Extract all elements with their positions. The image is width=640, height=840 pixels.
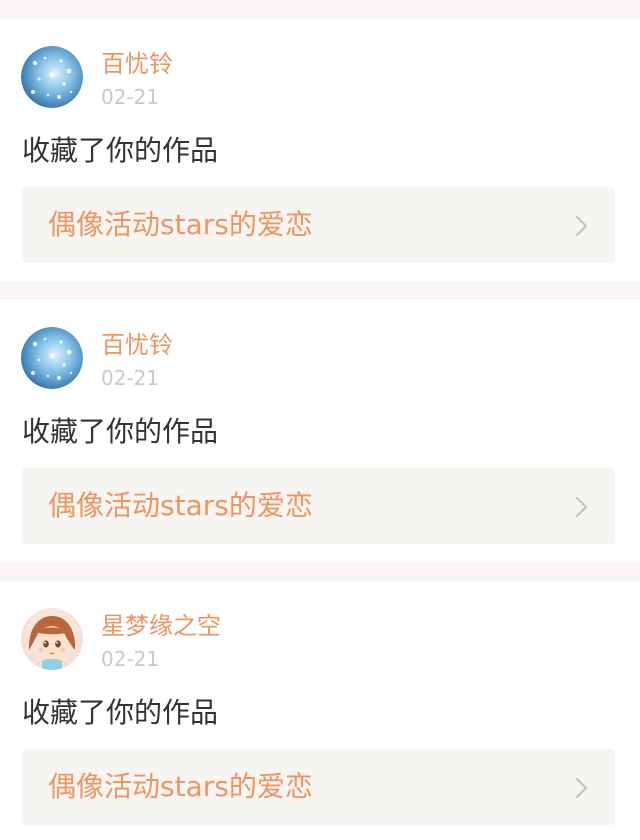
user-avatar[interactable] — [21, 327, 83, 389]
section-divider — [0, 0, 640, 19]
chevron-right-icon — [575, 215, 588, 237]
work-title: 偶像活动stars的爱恋 — [48, 208, 313, 241]
action-text: 收藏了你的作品 — [22, 696, 219, 729]
timestamp: 02-21 — [101, 366, 160, 390]
chevron-right-icon — [575, 496, 588, 518]
timestamp: 02-21 — [101, 647, 160, 671]
user-name[interactable]: 百忧铃 — [101, 330, 173, 360]
action-text: 收藏了你的作品 — [22, 134, 219, 167]
user-name[interactable]: 星梦缘之空 — [101, 611, 221, 641]
work-link-card[interactable]: 偶像活动stars的爱恋 — [22, 187, 615, 263]
notification-feed: 百忧铃 02-21 收藏了你的作品 偶像活动stars的爱恋 百忧铃 02-21… — [0, 0, 640, 840]
work-link-card[interactable]: 偶像活动stars的爱恋 — [22, 468, 615, 544]
work-title: 偶像活动stars的爱恋 — [48, 770, 313, 803]
timestamp: 02-21 — [101, 85, 160, 109]
notification-card: 星梦缘之空 02-21 收藏了你的作品 偶像活动stars的爱恋 — [0, 581, 640, 840]
section-divider — [0, 281, 640, 300]
action-text: 收藏了你的作品 — [22, 415, 219, 448]
user-avatar[interactable] — [21, 46, 83, 108]
blue-glitter-avatar-icon — [21, 46, 83, 108]
anime-girl-avatar-icon — [21, 608, 83, 670]
work-link-card[interactable]: 偶像活动stars的爱恋 — [22, 749, 615, 825]
work-title: 偶像活动stars的爱恋 — [48, 489, 313, 522]
chevron-right-icon — [575, 777, 588, 799]
section-divider — [0, 562, 640, 581]
user-name[interactable]: 百忧铃 — [101, 49, 173, 79]
notification-card: 百忧铃 02-21 收藏了你的作品 偶像活动stars的爱恋 — [0, 300, 640, 562]
notification-card: 百忧铃 02-21 收藏了你的作品 偶像活动stars的爱恋 — [0, 19, 640, 281]
user-avatar[interactable] — [21, 608, 83, 670]
blue-glitter-avatar-icon — [21, 327, 83, 389]
